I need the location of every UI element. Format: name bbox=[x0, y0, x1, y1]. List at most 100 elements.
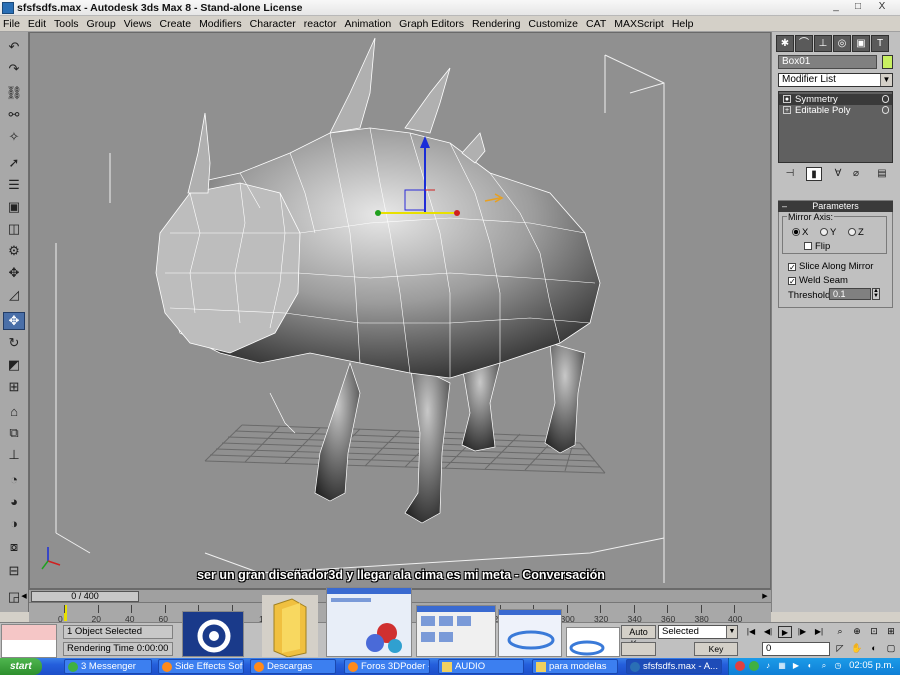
task-foros-3dpoder[interactable]: Foros 3DPoder -... bbox=[344, 659, 430, 674]
chevron-down-icon[interactable]: ▼ bbox=[726, 626, 737, 638]
go-to-end-icon[interactable]: ▶| bbox=[812, 626, 826, 638]
messenger-tray-icon[interactable] bbox=[749, 661, 759, 671]
thumbnail-forum-window[interactable] bbox=[498, 609, 562, 657]
threshold-spinner[interactable]: ▲ ▼ bbox=[872, 288, 880, 300]
maximize-viewport-icon[interactable]: ▢ bbox=[884, 642, 898, 655]
render-setup-icon[interactable]: ◕ bbox=[3, 492, 25, 510]
time-slider-knob[interactable]: 0 / 400 bbox=[31, 591, 139, 602]
menu-graph-editors[interactable]: Graph Editors bbox=[399, 18, 464, 30]
zoom-extents-icon[interactable]: ⊡ bbox=[867, 625, 881, 638]
zoom-extents-all-icon[interactable]: ⊞ bbox=[884, 625, 898, 638]
arc-rotate-icon[interactable]: ◐ bbox=[867, 642, 881, 655]
next-key-icon[interactable]: |▶ bbox=[795, 626, 809, 638]
menu-edit[interactable]: Edit bbox=[28, 18, 46, 30]
bind-space-warp-icon[interactable]: ✧ bbox=[3, 128, 25, 146]
maximize-button[interactable]: □ bbox=[848, 1, 868, 14]
axis-z-radio[interactable]: Z bbox=[848, 227, 864, 238]
key-selection-dropdown[interactable]: Selected ▼ bbox=[658, 625, 738, 639]
create-tab-icon[interactable]: ✱ bbox=[776, 35, 794, 52]
play-icon[interactable]: ▶ bbox=[778, 626, 792, 638]
expand-plus-icon[interactable]: + bbox=[783, 106, 791, 114]
display-tab-icon[interactable]: ▣ bbox=[852, 35, 870, 52]
antivirus-icon[interactable] bbox=[735, 661, 745, 671]
show-end-result-icon[interactable]: ▮ bbox=[806, 167, 822, 181]
maxscript-listener[interactable] bbox=[1, 624, 57, 658]
undo-icon[interactable]: ↶ bbox=[3, 38, 25, 56]
hierarchy-tab-icon[interactable]: ⊥ bbox=[814, 35, 832, 52]
clock[interactable]: 02:05 p.m. bbox=[849, 660, 894, 671]
chevron-down-icon[interactable]: ▼ bbox=[880, 74, 892, 86]
render-frame-icon[interactable]: ⧇ bbox=[3, 538, 25, 556]
menu-tools[interactable]: Tools bbox=[54, 18, 79, 30]
stack-item-editable-poly[interactable]: + Editable Poly bbox=[779, 105, 892, 116]
menu-group[interactable]: Group bbox=[87, 18, 116, 30]
motion-tab-icon[interactable]: ◎ bbox=[833, 35, 851, 52]
menu-create[interactable]: Create bbox=[160, 18, 192, 30]
task-3dsmax[interactable]: sfsfsdfs.max - A... bbox=[626, 659, 722, 674]
update-icon[interactable]: ◐ bbox=[805, 661, 815, 671]
set-key-button[interactable] bbox=[621, 642, 656, 656]
conversation-notification[interactable]: ser un gran diseñador3d y llegar ala cim… bbox=[30, 568, 770, 582]
zoom-icon[interactable]: ⌕ bbox=[833, 625, 847, 638]
modify-tab-icon[interactable]: ⌒ bbox=[795, 35, 813, 52]
object-color-swatch[interactable] bbox=[882, 55, 893, 69]
pin-stack-icon[interactable]: ⊣ bbox=[782, 167, 798, 181]
configure-modifier-sets-icon[interactable]: ▤ bbox=[874, 167, 890, 181]
app-icon[interactable] bbox=[2, 2, 14, 14]
menu-rendering[interactable]: Rendering bbox=[472, 18, 520, 30]
thumbnail-folder-icon[interactable] bbox=[262, 595, 318, 657]
clock-icon[interactable]: ◷ bbox=[833, 661, 843, 671]
flip-checkbox[interactable]: Flip bbox=[804, 241, 830, 252]
thumbnail-3dsmax-logo[interactable] bbox=[182, 611, 244, 657]
menu-views[interactable]: Views bbox=[124, 18, 152, 30]
menu-file[interactable]: File bbox=[3, 18, 20, 30]
modifier-on-icon[interactable]: ● bbox=[783, 95, 791, 103]
menu-character[interactable]: Character bbox=[250, 18, 296, 30]
speaker-icon[interactable]: ♪ bbox=[763, 661, 773, 671]
perspective-viewport[interactable]: ser un gran diseñador3d y llegar ala cim… bbox=[29, 32, 771, 589]
task-descargas[interactable]: Descargas bbox=[250, 659, 336, 674]
parameters-rollout-header[interactable]: – Parameters bbox=[778, 201, 893, 212]
snap-icon[interactable]: ✥ bbox=[3, 264, 25, 282]
next-frame-icon[interactable]: ▶ bbox=[760, 591, 770, 602]
menu-reactor[interactable]: reactor bbox=[304, 18, 337, 30]
select-object-icon[interactable]: ➚ bbox=[3, 154, 25, 172]
auto-key-button[interactable]: Auto Key bbox=[621, 625, 656, 649]
scale-icon[interactable]: ◩ bbox=[3, 356, 25, 374]
quick-render-icon[interactable]: ◑ bbox=[3, 514, 25, 532]
object-name-field[interactable]: Box01 bbox=[778, 55, 877, 69]
thumbnail-browser-window[interactable] bbox=[326, 587, 412, 657]
pan-icon[interactable]: ✋ bbox=[850, 642, 864, 655]
minimize-button[interactable]: _ bbox=[826, 1, 846, 14]
key-filters-button[interactable]: Key Filters... bbox=[694, 642, 738, 666]
axis-y-radio[interactable]: Y bbox=[820, 227, 836, 238]
menu-help[interactable]: Help bbox=[672, 18, 694, 30]
menu-modifiers[interactable]: Modifiers bbox=[199, 18, 242, 30]
collapse-icon[interactable]: – bbox=[782, 201, 787, 212]
task-side-effects[interactable]: Side Effects Sof... bbox=[158, 659, 244, 674]
menu-cat[interactable]: CAT bbox=[586, 18, 606, 30]
menu-customize[interactable]: Customize bbox=[528, 18, 578, 30]
task-messenger[interactable]: 3 Messenger bbox=[64, 659, 152, 674]
previous-key-icon[interactable]: ◀| bbox=[761, 626, 775, 638]
prev-frame-icon[interactable]: ◀ bbox=[19, 591, 29, 602]
move-icon[interactable]: ✥ bbox=[3, 312, 25, 330]
window-crossing-icon[interactable]: ◫ bbox=[3, 220, 25, 238]
rectangle-selection-icon[interactable]: ▣ bbox=[3, 198, 25, 216]
remove-modifier-icon[interactable]: ⌀ bbox=[848, 167, 864, 181]
creature-head[interactable] bbox=[155, 182, 301, 354]
thumbnail-document[interactable] bbox=[566, 627, 620, 657]
mirror-icon[interactable]: ⧉ bbox=[3, 424, 25, 442]
unlink-icon[interactable]: ⚯ bbox=[3, 106, 25, 124]
go-to-start-icon[interactable]: |◀ bbox=[744, 626, 758, 638]
threshold-input[interactable]: 0.1 bbox=[829, 288, 871, 300]
menu-maxscript[interactable]: MAXScript bbox=[614, 18, 664, 30]
task-audio[interactable]: AUDIO bbox=[438, 659, 524, 674]
select-manipulate-icon[interactable]: ⚙ bbox=[3, 242, 25, 260]
menu-animation[interactable]: Animation bbox=[344, 18, 391, 30]
zoom-all-icon[interactable]: ⊕ bbox=[850, 625, 864, 638]
snapshot-icon[interactable]: ⊟ bbox=[3, 562, 25, 580]
reference-coordinate-icon[interactable]: ⊞ bbox=[3, 378, 25, 396]
utilities-tab-icon[interactable]: T bbox=[871, 35, 889, 52]
axis-x-radio[interactable]: X bbox=[792, 227, 808, 238]
